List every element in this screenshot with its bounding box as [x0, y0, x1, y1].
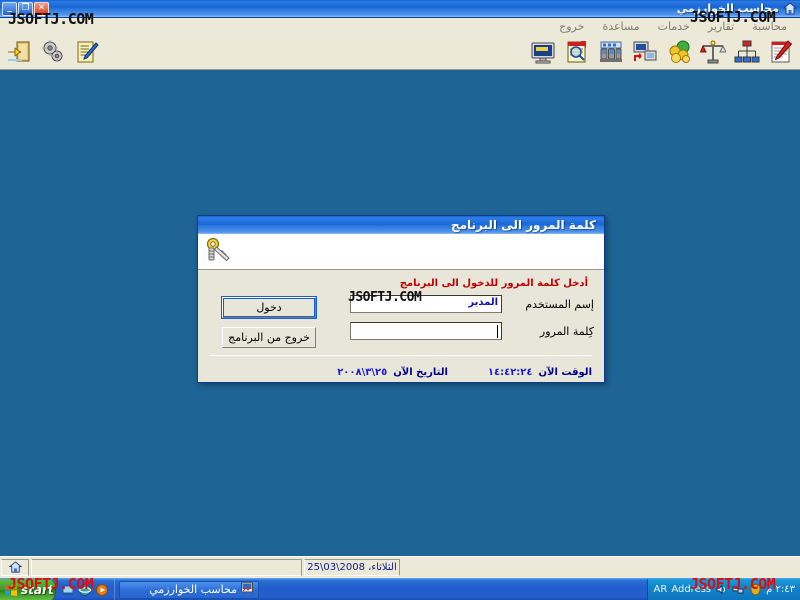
taskbar-item-khawarizmi[interactable]: محاسب الخوارزمي — [119, 580, 259, 599]
show-desktop-icon[interactable] — [61, 583, 75, 597]
toolbar-right-group — [528, 37, 800, 67]
keys-icon — [204, 236, 234, 267]
menu-exit[interactable]: خروج — [550, 19, 593, 34]
menu-reports[interactable]: تقارير — [699, 19, 743, 34]
menubar: محاسبة تقارير خدمات مساعدة خروج — [0, 18, 800, 34]
application-statusbar: الثلاثاء، 2008\03\25 — [0, 556, 800, 578]
start-button[interactable]: start — [0, 579, 56, 600]
password-field[interactable] — [350, 322, 502, 340]
address-toolbar-label[interactable]: Address — [671, 584, 711, 595]
monitor-icon[interactable] — [528, 37, 558, 67]
password-label: كِلمة المرور — [539, 324, 594, 338]
system-tray: AR Address ٢:٤٣ م — [646, 579, 800, 600]
minimize-button[interactable]: _ — [2, 1, 17, 16]
date-label: التاريخ الآن — [393, 367, 448, 378]
username-value: المدير — [468, 297, 498, 308]
internet-explorer-icon[interactable] — [78, 583, 92, 597]
windows-flag-icon — [5, 584, 17, 596]
password-row: كِلمة المرور — [316, 322, 594, 340]
menu-help[interactable]: مساعدة — [593, 19, 648, 34]
username-label: إسم المستخدم — [525, 297, 594, 311]
org-chart-icon[interactable] — [732, 37, 762, 67]
username-field[interactable]: المدير — [350, 295, 502, 313]
gears-icon[interactable] — [38, 37, 68, 67]
statusbar-home-icon — [1, 559, 29, 576]
start-label: start — [21, 583, 54, 597]
statusbar-message — [31, 559, 302, 576]
computer-transfer-icon[interactable] — [630, 37, 660, 67]
quick-launch-bar — [56, 579, 115, 600]
close-button[interactable]: ✕ — [34, 1, 49, 16]
taskbar-item-label: محاسب الخوارزمي — [149, 583, 237, 596]
language-indicator[interactable]: AR — [654, 584, 668, 595]
scales-icon[interactable] — [698, 37, 728, 67]
app-icon — [241, 582, 253, 597]
form-fields: إسم المستخدم المدير كِلمة المرور — [316, 295, 594, 349]
shield-icon[interactable] — [749, 583, 762, 596]
login-button[interactable]: دخول — [221, 296, 317, 319]
toolbar — [0, 34, 800, 70]
menu-accounting[interactable]: محاسبة — [743, 19, 796, 34]
dialog-footer: الوقت الآن ١٤:٤٢:٢٤ التاريخ الآن ٢٥\٣\٢٠… — [210, 367, 592, 378]
window-title: محاسب الخوارزمي — [676, 2, 779, 15]
time-label: الوقت الآن — [538, 367, 592, 378]
username-row: إسم المستخدم المدير — [316, 295, 594, 313]
login-dialog: كلمة المرور الى البرنامج أدخل كلمة المرو… — [197, 215, 605, 383]
exit-door-icon[interactable] — [4, 37, 34, 67]
taskbar: start محاسب الخوارزمي AR Address ٢:٤٣ م — [0, 578, 800, 600]
coins-icon[interactable] — [664, 37, 694, 67]
exit-program-button[interactable]: خروج من البرنامج — [222, 327, 316, 348]
network-icon[interactable] — [732, 583, 745, 596]
window-titlebar[interactable]: محاسب الخوارزمي _ ❐ ✕ — [0, 0, 800, 18]
dialog-button-column: دخول خروج من البرنامج — [208, 295, 317, 349]
dialog-banner — [198, 234, 604, 270]
dialog-body: أدخل كلمة المرور للدخول الى البرنامج إسم… — [198, 270, 604, 382]
text-caret — [497, 325, 498, 338]
dialog-titlebar[interactable]: كلمة المرور الى البرنامج — [198, 216, 604, 234]
dialog-separator — [210, 355, 592, 356]
maximize-button[interactable]: ❐ — [18, 1, 33, 16]
notepad-pen-icon[interactable] — [766, 37, 796, 67]
binoculars-icon[interactable] — [596, 37, 626, 67]
statusbar-date: الثلاثاء، 2008\03\25 — [304, 559, 400, 576]
menu-services[interactable]: خدمات — [649, 19, 699, 34]
volume-icon[interactable] — [715, 583, 728, 596]
time-value: ١٤:٤٢:٢٤ — [487, 367, 533, 378]
taskbar-buttons: محاسب الخوارزمي — [115, 579, 647, 600]
clock[interactable]: ٢:٤٣ م — [766, 584, 795, 595]
toolbar-left-group — [0, 37, 102, 67]
media-player-icon[interactable] — [95, 583, 109, 597]
home-icon — [782, 1, 798, 16]
scroll-pen-icon[interactable] — [72, 37, 102, 67]
login-form: إسم المستخدم المدير كِلمة المرور دخول خر… — [208, 295, 594, 349]
window-controls: _ ❐ ✕ — [2, 1, 49, 16]
statusbar-blank — [600, 557, 800, 578]
notepad-search-icon[interactable] — [562, 37, 592, 67]
date-value: ٢٥\٣\٢٠٠٨ — [337, 367, 388, 378]
dialog-hint: أدخل كلمة المرور للدخول الى البرنامج — [399, 278, 588, 289]
dialog-title: كلمة المرور الى البرنامج — [450, 218, 596, 232]
